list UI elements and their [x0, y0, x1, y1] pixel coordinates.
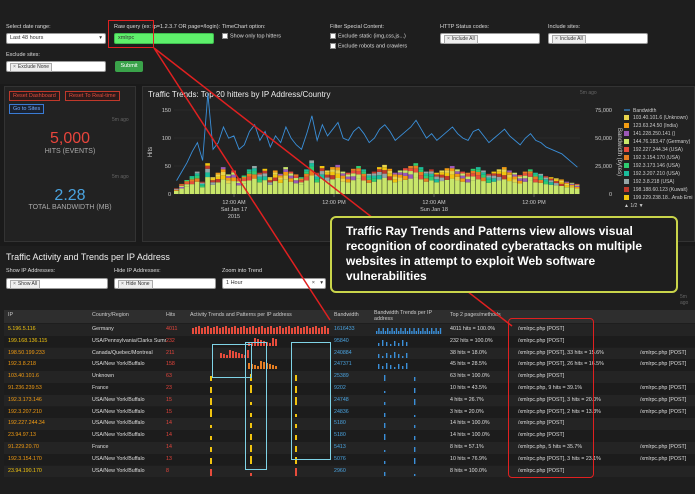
callout-box: Traffic Ray Trends and Patterns view all… [330, 216, 678, 293]
arrow-line [153, 47, 331, 321]
